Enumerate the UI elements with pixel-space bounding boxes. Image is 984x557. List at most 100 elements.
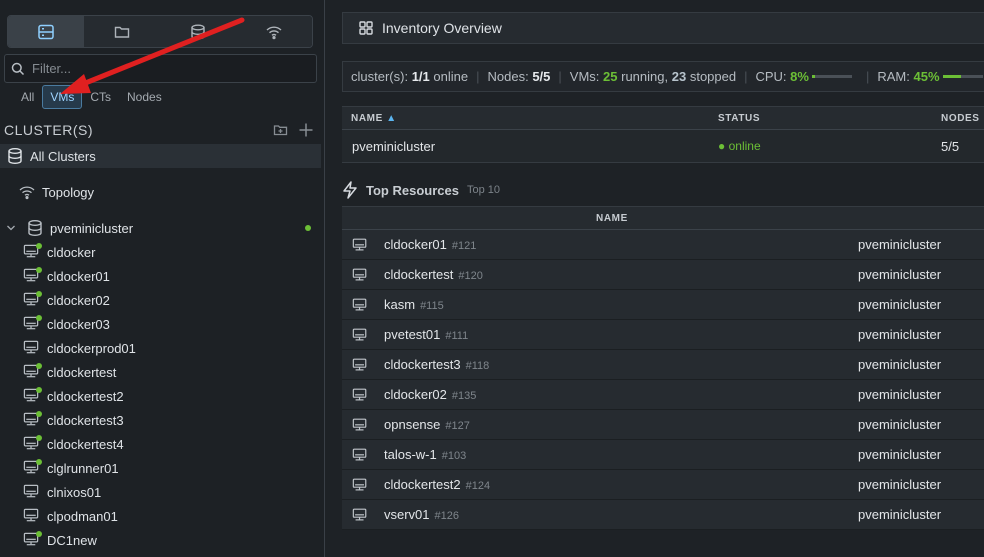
- section-actions: [273, 122, 314, 138]
- add-folder-icon[interactable]: [273, 123, 288, 137]
- resource-cluster: pveminicluster: [858, 327, 942, 342]
- column-header-status[interactable]: STATUS: [718, 113, 760, 124]
- add-icon[interactable]: [298, 122, 314, 138]
- clusters-section-header: CLUSTER(S): [0, 118, 322, 142]
- vm-monitor-icon: [352, 447, 368, 466]
- vm-monitor-icon: [23, 363, 42, 381]
- vm-monitor-icon: [23, 339, 41, 357]
- resource-cluster: pveminicluster: [858, 477, 942, 492]
- resource-id: #121: [451, 240, 477, 252]
- server-icon: [38, 24, 54, 39]
- column-header-name[interactable]: NAME: [596, 213, 628, 224]
- vm-monitor-icon: [23, 315, 42, 333]
- table-row[interactable]: opnsense #127 pveminicluster: [342, 410, 984, 440]
- cluster-online-dot: [305, 225, 311, 231]
- resource-name: opnsense #127: [384, 417, 470, 432]
- vm-running-dot: [36, 411, 42, 417]
- tree-item-vm[interactable]: cldocker02: [0, 288, 321, 312]
- vm-monitor-icon: [352, 477, 368, 496]
- table-row[interactable]: cldocker01 #121 pveminicluster: [342, 230, 984, 260]
- top-resources-title: Top Resources: [366, 182, 459, 198]
- column-header-name[interactable]: NAME ▲: [351, 113, 397, 124]
- vm-monitor-icon: [352, 297, 368, 316]
- top-resources-table: NAME cldocker01 #121 pveminicluster cldocke…: [342, 206, 984, 530]
- tree-item-vm[interactable]: clpodman01: [0, 504, 321, 528]
- ram-usage-fill: [942, 75, 961, 78]
- tree-item-vm[interactable]: cldocker01: [0, 264, 321, 288]
- nodes-cell: 5/5: [941, 138, 960, 154]
- vm-name: clglrunner01: [47, 460, 119, 476]
- tree-item-vm[interactable]: clnixos01: [0, 480, 321, 504]
- vm-name: cldocker01: [47, 268, 110, 284]
- table-row[interactable]: cldockertest2 #124 pveminicluster: [342, 470, 984, 500]
- vm-monitor-icon: [23, 531, 42, 549]
- resource-id: #120: [458, 270, 483, 282]
- table-row[interactable]: cldocker02 #135 pveminicluster: [342, 380, 984, 410]
- section-title: CLUSTER(S): [4, 122, 94, 138]
- view-tabs: [7, 15, 313, 48]
- table-row[interactable]: cldockertest3 #118 pveminicluster: [342, 350, 984, 380]
- tab-folder-view[interactable]: [84, 16, 160, 47]
- tree-item-vm[interactable]: clglrunner01: [0, 456, 321, 480]
- tab-storage-view[interactable]: [160, 16, 236, 47]
- wifi-icon: [18, 183, 36, 201]
- database-icon: [191, 24, 205, 40]
- tree-item-vm[interactable]: cldockertest2: [0, 384, 321, 408]
- table-row[interactable]: pvetest01 #111 pveminicluster: [342, 320, 984, 350]
- chevron-down-icon[interactable]: [6, 223, 16, 233]
- table-row[interactable]: talos-w-1 #103 pveminicluster: [342, 440, 984, 470]
- type-filter-all[interactable]: All: [13, 85, 42, 109]
- tree-item-all-clusters[interactable]: All Clusters: [0, 144, 321, 168]
- tree-item-vm[interactable]: cldocker03: [0, 312, 321, 336]
- tree-item-vm[interactable]: DC1new: [0, 528, 321, 552]
- resource-id: #118: [465, 360, 490, 372]
- nodes-label: Nodes:: [487, 69, 529, 84]
- vm-name: cldocker: [47, 244, 96, 260]
- cpu-label: CPU:: [755, 69, 787, 84]
- vm-monitor-icon: [23, 435, 42, 453]
- vm-monitor-icon: [352, 507, 368, 526]
- tab-network-view[interactable]: [236, 16, 312, 47]
- table-row[interactable]: pveminicluster ● online 5/5: [342, 130, 984, 163]
- type-filter-vms[interactable]: VMs: [42, 85, 83, 109]
- separator: |: [558, 69, 562, 84]
- resource-name: pvetest01 #111: [384, 327, 469, 342]
- table-row[interactable]: cldockertest #120 pveminicluster: [342, 260, 984, 290]
- type-filter-nodes[interactable]: Nodes: [119, 85, 170, 109]
- page-title: Inventory Overview: [382, 20, 502, 36]
- vm-name: cldockertest3: [47, 412, 124, 428]
- vm-name: cldockertest2: [47, 388, 124, 404]
- tree-item-vm[interactable]: cldockertest3: [0, 408, 321, 432]
- cpu-usage-fill: [811, 75, 816, 78]
- separator: |: [476, 69, 480, 84]
- vm-name: cldocker02: [47, 292, 110, 308]
- tree-item-topology[interactable]: Topology: [0, 180, 321, 204]
- resource-name: vserv01 #126: [384, 507, 460, 522]
- type-filter-cts[interactable]: CTs: [82, 85, 119, 109]
- cluster-name: pveminicluster: [50, 220, 134, 236]
- vm-monitor-icon: [23, 411, 42, 429]
- vm-name: clpodman01: [47, 508, 118, 524]
- table-row[interactable]: kasm #115 pveminicluster: [342, 290, 984, 320]
- tree-item-vm[interactable]: cldockertest: [0, 360, 321, 384]
- vm-monitor-icon: [352, 327, 368, 346]
- vm-running-dot: [36, 387, 42, 393]
- tree-item-vm[interactable]: cldockertest4: [0, 432, 321, 456]
- vm-monitor-icon: [352, 387, 368, 406]
- tab-server-view[interactable]: [8, 16, 84, 47]
- tree-item-vm[interactable]: cldockerprod01: [0, 336, 321, 360]
- tree-item-cluster[interactable]: pveminicluster: [0, 216, 321, 240]
- column-header-nodes[interactable]: NODES: [941, 113, 980, 124]
- resource-cluster: pveminicluster: [858, 387, 942, 402]
- tree-item-vm[interactable]: cldocker: [0, 240, 321, 264]
- cluster-table: NAME ▲ STATUS NODES pveminicluster ● onl…: [342, 106, 984, 163]
- vm-monitor-icon: [23, 483, 41, 501]
- table-row[interactable]: vserv01 #126 pveminicluster: [342, 500, 984, 530]
- resource-name: talos-w-1 #103: [384, 447, 467, 462]
- wifi-icon: [266, 25, 282, 39]
- filter-field[interactable]: [4, 54, 317, 83]
- status-dot-icon: ●: [718, 139, 726, 153]
- resource-cluster: pveminicluster: [858, 417, 942, 432]
- filter-input[interactable]: [32, 61, 302, 76]
- vm-running-dot: [36, 459, 42, 465]
